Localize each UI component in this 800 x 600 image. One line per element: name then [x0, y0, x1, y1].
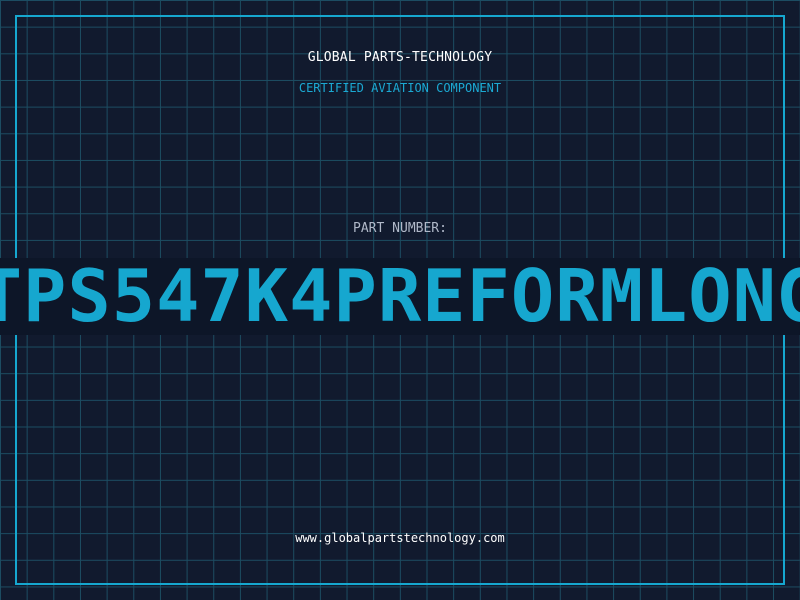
certificate-page: GLOBAL PARTS-TECHNOLOGY CERTIFIED AVIATI… — [0, 0, 800, 600]
certification-tagline: CERTIFIED AVIATION COMPONENT — [298, 81, 502, 95]
website-url: www.globalpartstechnology.com — [295, 531, 505, 545]
part-number-label: PART NUMBER: — [353, 221, 447, 236]
part-number-value: TPS547K4PREFORMLONG — [0, 258, 800, 335]
company-name: GLOBAL PARTS-TECHNOLOGY — [307, 50, 493, 65]
part-number-band: TPS547K4PREFORMLONG — [0, 258, 800, 335]
